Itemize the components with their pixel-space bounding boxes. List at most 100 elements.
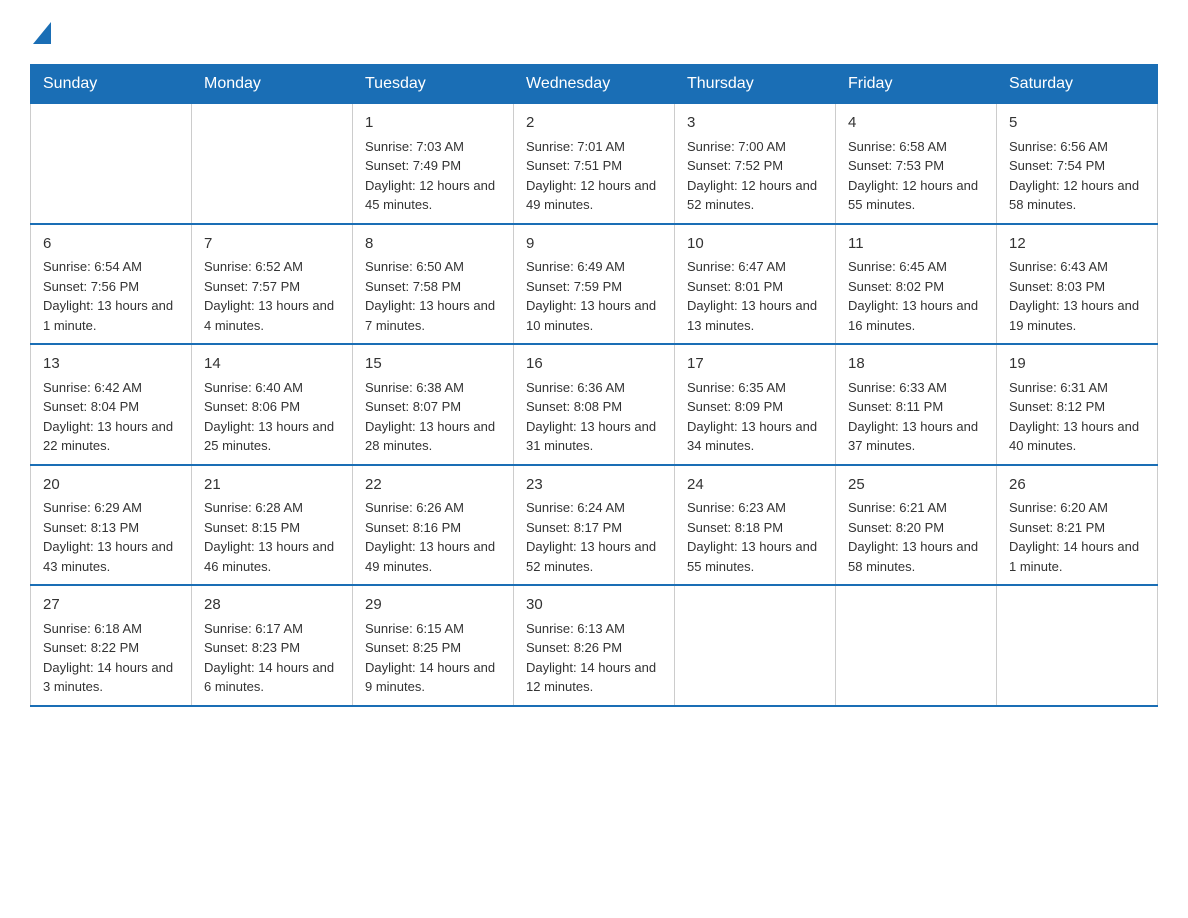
calendar-cell: 15Sunrise: 6:38 AMSunset: 8:07 PMDayligh… — [353, 344, 514, 465]
day-sun-info: Sunrise: 7:00 AMSunset: 7:52 PMDaylight:… — [687, 137, 823, 215]
calendar-cell: 30Sunrise: 6:13 AMSunset: 8:26 PMDayligh… — [514, 585, 675, 706]
calendar-cell — [836, 585, 997, 706]
day-sun-info: Sunrise: 7:03 AMSunset: 7:49 PMDaylight:… — [365, 137, 501, 215]
week-row-2: 6Sunrise: 6:54 AMSunset: 7:56 PMDaylight… — [31, 224, 1158, 345]
day-sun-info: Sunrise: 6:42 AMSunset: 8:04 PMDaylight:… — [43, 378, 179, 456]
day-number: 19 — [1009, 353, 1145, 376]
calendar-cell: 1Sunrise: 7:03 AMSunset: 7:49 PMDaylight… — [353, 104, 514, 224]
day-sun-info: Sunrise: 6:29 AMSunset: 8:13 PMDaylight:… — [43, 498, 179, 576]
day-number: 9 — [526, 233, 662, 256]
day-sun-info: Sunrise: 6:20 AMSunset: 8:21 PMDaylight:… — [1009, 498, 1145, 576]
day-number: 12 — [1009, 233, 1145, 256]
calendar-table: SundayMondayTuesdayWednesdayThursdayFrid… — [30, 64, 1158, 707]
day-number: 26 — [1009, 474, 1145, 497]
day-number: 1 — [365, 112, 501, 135]
calendar-cell: 18Sunrise: 6:33 AMSunset: 8:11 PMDayligh… — [836, 344, 997, 465]
day-sun-info: Sunrise: 6:35 AMSunset: 8:09 PMDaylight:… — [687, 378, 823, 456]
day-sun-info: Sunrise: 6:45 AMSunset: 8:02 PMDaylight:… — [848, 257, 984, 335]
day-number: 5 — [1009, 112, 1145, 135]
day-number: 20 — [43, 474, 179, 497]
day-number: 28 — [204, 594, 340, 617]
day-sun-info: Sunrise: 7:01 AMSunset: 7:51 PMDaylight:… — [526, 137, 662, 215]
day-number: 15 — [365, 353, 501, 376]
day-number: 13 — [43, 353, 179, 376]
calendar-cell: 14Sunrise: 6:40 AMSunset: 8:06 PMDayligh… — [192, 344, 353, 465]
calendar-cell: 9Sunrise: 6:49 AMSunset: 7:59 PMDaylight… — [514, 224, 675, 345]
day-header-wednesday: Wednesday — [514, 65, 675, 104]
day-sun-info: Sunrise: 6:26 AMSunset: 8:16 PMDaylight:… — [365, 498, 501, 576]
week-row-1: 1Sunrise: 7:03 AMSunset: 7:49 PMDaylight… — [31, 104, 1158, 224]
calendar-cell: 27Sunrise: 6:18 AMSunset: 8:22 PMDayligh… — [31, 585, 192, 706]
day-sun-info: Sunrise: 6:36 AMSunset: 8:08 PMDaylight:… — [526, 378, 662, 456]
day-sun-info: Sunrise: 6:33 AMSunset: 8:11 PMDaylight:… — [848, 378, 984, 456]
day-sun-info: Sunrise: 6:56 AMSunset: 7:54 PMDaylight:… — [1009, 137, 1145, 215]
day-header-sunday: Sunday — [31, 65, 192, 104]
calendar-cell: 10Sunrise: 6:47 AMSunset: 8:01 PMDayligh… — [675, 224, 836, 345]
day-sun-info: Sunrise: 6:47 AMSunset: 8:01 PMDaylight:… — [687, 257, 823, 335]
day-number: 10 — [687, 233, 823, 256]
calendar-header-row: SundayMondayTuesdayWednesdayThursdayFrid… — [31, 65, 1158, 104]
day-number: 7 — [204, 233, 340, 256]
calendar-cell: 19Sunrise: 6:31 AMSunset: 8:12 PMDayligh… — [997, 344, 1158, 465]
day-number: 27 — [43, 594, 179, 617]
day-number: 21 — [204, 474, 340, 497]
day-number: 22 — [365, 474, 501, 497]
day-number: 3 — [687, 112, 823, 135]
week-row-5: 27Sunrise: 6:18 AMSunset: 8:22 PMDayligh… — [31, 585, 1158, 706]
calendar-cell: 6Sunrise: 6:54 AMSunset: 7:56 PMDaylight… — [31, 224, 192, 345]
day-number: 16 — [526, 353, 662, 376]
day-number: 25 — [848, 474, 984, 497]
day-sun-info: Sunrise: 6:50 AMSunset: 7:58 PMDaylight:… — [365, 257, 501, 335]
calendar-cell — [192, 104, 353, 224]
calendar-cell: 13Sunrise: 6:42 AMSunset: 8:04 PMDayligh… — [31, 344, 192, 465]
calendar-cell: 28Sunrise: 6:17 AMSunset: 8:23 PMDayligh… — [192, 585, 353, 706]
day-number: 8 — [365, 233, 501, 256]
day-sun-info: Sunrise: 6:31 AMSunset: 8:12 PMDaylight:… — [1009, 378, 1145, 456]
day-sun-info: Sunrise: 6:28 AMSunset: 8:15 PMDaylight:… — [204, 498, 340, 576]
week-row-4: 20Sunrise: 6:29 AMSunset: 8:13 PMDayligh… — [31, 465, 1158, 586]
day-number: 24 — [687, 474, 823, 497]
day-sun-info: Sunrise: 6:43 AMSunset: 8:03 PMDaylight:… — [1009, 257, 1145, 335]
calendar-cell: 29Sunrise: 6:15 AMSunset: 8:25 PMDayligh… — [353, 585, 514, 706]
page-header — [30, 20, 1158, 44]
calendar-cell: 7Sunrise: 6:52 AMSunset: 7:57 PMDaylight… — [192, 224, 353, 345]
calendar-cell: 5Sunrise: 6:56 AMSunset: 7:54 PMDaylight… — [997, 104, 1158, 224]
day-number: 2 — [526, 112, 662, 135]
calendar-cell: 21Sunrise: 6:28 AMSunset: 8:15 PMDayligh… — [192, 465, 353, 586]
calendar-cell: 12Sunrise: 6:43 AMSunset: 8:03 PMDayligh… — [997, 224, 1158, 345]
calendar-cell: 16Sunrise: 6:36 AMSunset: 8:08 PMDayligh… — [514, 344, 675, 465]
day-sun-info: Sunrise: 6:15 AMSunset: 8:25 PMDaylight:… — [365, 619, 501, 697]
day-number: 29 — [365, 594, 501, 617]
day-sun-info: Sunrise: 6:24 AMSunset: 8:17 PMDaylight:… — [526, 498, 662, 576]
calendar-cell: 17Sunrise: 6:35 AMSunset: 8:09 PMDayligh… — [675, 344, 836, 465]
day-header-saturday: Saturday — [997, 65, 1158, 104]
calendar-cell: 2Sunrise: 7:01 AMSunset: 7:51 PMDaylight… — [514, 104, 675, 224]
calendar-cell: 8Sunrise: 6:50 AMSunset: 7:58 PMDaylight… — [353, 224, 514, 345]
day-sun-info: Sunrise: 6:54 AMSunset: 7:56 PMDaylight:… — [43, 257, 179, 335]
day-sun-info: Sunrise: 6:58 AMSunset: 7:53 PMDaylight:… — [848, 137, 984, 215]
day-sun-info: Sunrise: 6:40 AMSunset: 8:06 PMDaylight:… — [204, 378, 340, 456]
day-number: 4 — [848, 112, 984, 135]
calendar-cell — [997, 585, 1158, 706]
calendar-cell: 25Sunrise: 6:21 AMSunset: 8:20 PMDayligh… — [836, 465, 997, 586]
day-number: 30 — [526, 594, 662, 617]
day-sun-info: Sunrise: 6:13 AMSunset: 8:26 PMDaylight:… — [526, 619, 662, 697]
calendar-cell: 3Sunrise: 7:00 AMSunset: 7:52 PMDaylight… — [675, 104, 836, 224]
calendar-cell: 26Sunrise: 6:20 AMSunset: 8:21 PMDayligh… — [997, 465, 1158, 586]
day-number: 14 — [204, 353, 340, 376]
calendar-cell: 20Sunrise: 6:29 AMSunset: 8:13 PMDayligh… — [31, 465, 192, 586]
logo-triangle-icon — [33, 22, 51, 44]
day-number: 17 — [687, 353, 823, 376]
calendar-cell: 11Sunrise: 6:45 AMSunset: 8:02 PMDayligh… — [836, 224, 997, 345]
day-header-thursday: Thursday — [675, 65, 836, 104]
logo — [30, 20, 51, 44]
day-number: 18 — [848, 353, 984, 376]
week-row-3: 13Sunrise: 6:42 AMSunset: 8:04 PMDayligh… — [31, 344, 1158, 465]
calendar-cell: 22Sunrise: 6:26 AMSunset: 8:16 PMDayligh… — [353, 465, 514, 586]
day-header-friday: Friday — [836, 65, 997, 104]
calendar-cell — [31, 104, 192, 224]
day-number: 23 — [526, 474, 662, 497]
calendar-cell — [675, 585, 836, 706]
day-header-tuesday: Tuesday — [353, 65, 514, 104]
day-sun-info: Sunrise: 6:49 AMSunset: 7:59 PMDaylight:… — [526, 257, 662, 335]
